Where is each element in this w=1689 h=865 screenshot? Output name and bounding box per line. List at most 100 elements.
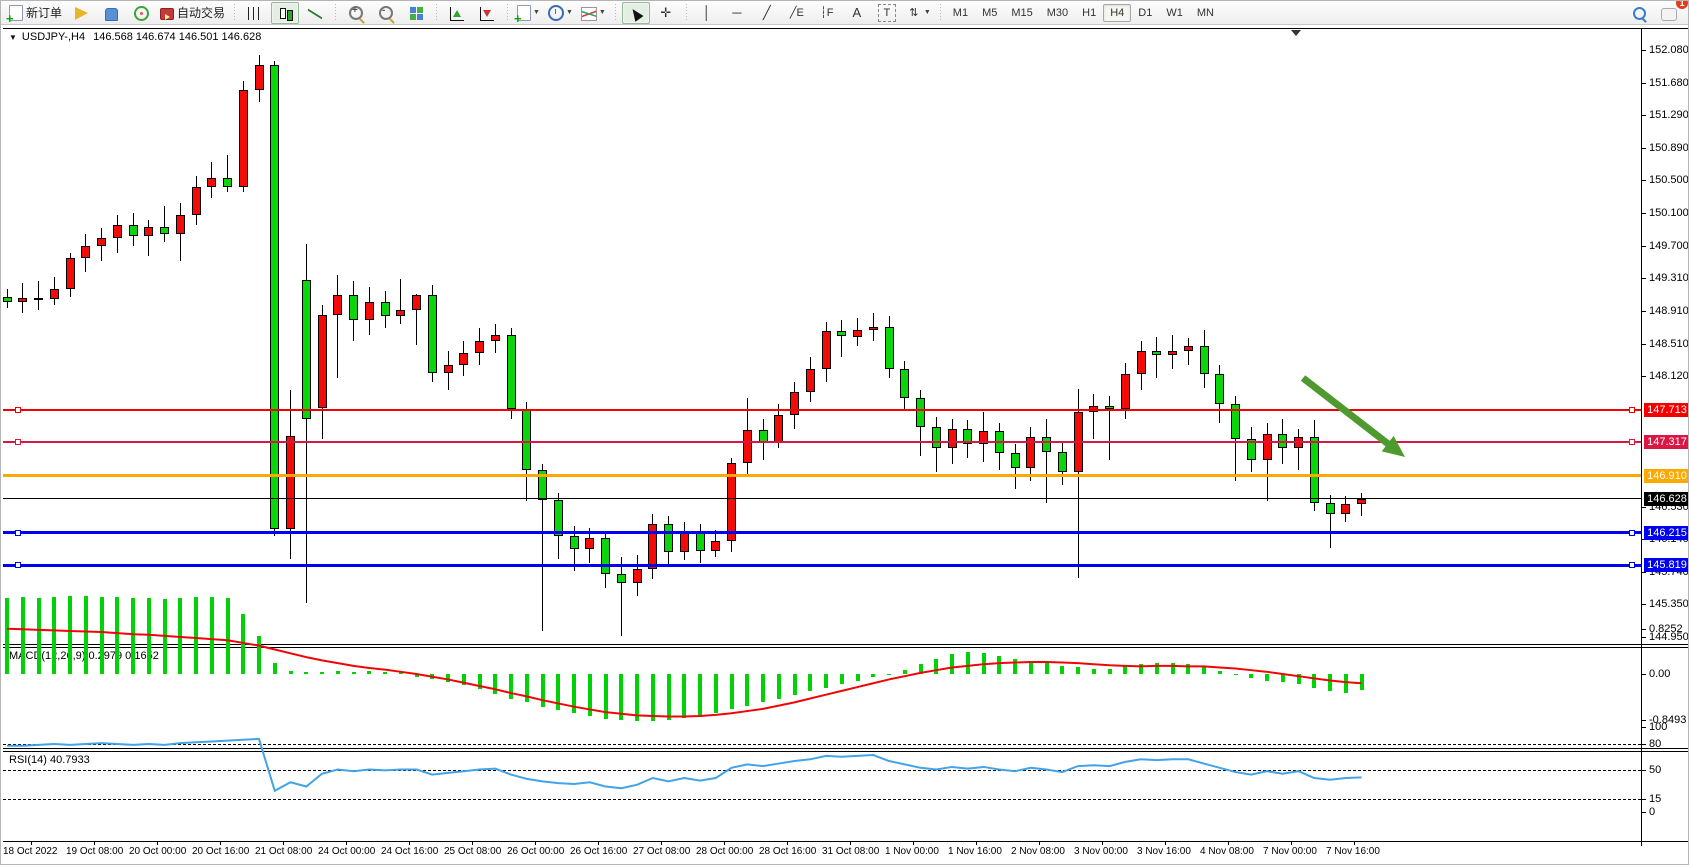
crosshair-button[interactable]: ✛ xyxy=(652,2,680,24)
candle[interactable] xyxy=(806,369,815,392)
candle[interactable] xyxy=(1152,351,1161,354)
chart-shift-marker[interactable] xyxy=(1291,30,1301,36)
timeframe-w1[interactable]: W1 xyxy=(1159,4,1190,22)
candle[interactable] xyxy=(333,295,342,315)
price-line[interactable] xyxy=(3,409,1641,411)
timeframe-h4[interactable]: H4 xyxy=(1103,4,1131,22)
line-handle[interactable] xyxy=(15,407,21,413)
candle[interactable] xyxy=(192,187,201,215)
candle[interactable] xyxy=(522,409,531,470)
candle[interactable] xyxy=(1263,434,1272,460)
candle[interactable] xyxy=(396,310,405,316)
candle[interactable] xyxy=(932,427,941,448)
line-handle[interactable] xyxy=(1629,562,1635,568)
candle[interactable] xyxy=(664,524,673,552)
candle[interactable] xyxy=(1011,453,1020,468)
price-line[interactable] xyxy=(3,531,1641,534)
candle[interactable] xyxy=(160,227,169,234)
timeframe-d1[interactable]: D1 xyxy=(1131,4,1159,22)
price-line[interactable] xyxy=(3,564,1641,567)
bar-chart-button[interactable] xyxy=(241,2,269,24)
candle[interactable] xyxy=(34,298,43,300)
candle[interactable] xyxy=(585,538,594,549)
candle[interactable] xyxy=(459,353,468,365)
candle[interactable] xyxy=(711,541,720,552)
candle[interactable] xyxy=(507,335,516,409)
candle[interactable] xyxy=(239,90,248,187)
line-handle[interactable] xyxy=(15,562,21,568)
candle[interactable] xyxy=(774,415,783,442)
candle[interactable] xyxy=(633,569,642,584)
candle[interactable] xyxy=(1357,499,1366,504)
candle[interactable] xyxy=(570,536,579,549)
price-line[interactable] xyxy=(3,474,1641,477)
candle[interactable] xyxy=(349,295,358,320)
candle[interactable] xyxy=(412,295,421,310)
candle[interactable] xyxy=(900,369,909,398)
candle[interactable] xyxy=(885,327,894,370)
price-line[interactable] xyxy=(3,441,1641,443)
candle[interactable] xyxy=(1200,346,1209,373)
candle[interactable] xyxy=(18,298,27,302)
candle[interactable] xyxy=(444,365,453,372)
candle[interactable] xyxy=(97,238,106,246)
candlestick-button[interactable] xyxy=(271,2,299,24)
fibonacci-button[interactable]: ┆F xyxy=(813,2,841,24)
candle[interactable] xyxy=(916,398,925,427)
trendline-button[interactable]: ╱ xyxy=(753,2,781,24)
symbol-dropdown-icon[interactable]: ▼ xyxy=(9,33,17,42)
line-handle[interactable] xyxy=(1629,407,1635,413)
timeframe-m1[interactable]: M1 xyxy=(946,4,975,22)
chart-shift-button[interactable] xyxy=(473,2,501,24)
timeframe-m15[interactable]: M15 xyxy=(1004,4,1039,22)
cursor-button[interactable] xyxy=(622,2,650,24)
candle[interactable] xyxy=(255,65,264,90)
candle[interactable] xyxy=(696,532,705,551)
candle[interactable] xyxy=(1215,374,1224,404)
candle[interactable] xyxy=(365,302,374,320)
candle[interactable] xyxy=(822,331,831,370)
candle[interactable] xyxy=(1341,504,1350,514)
candle[interactable] xyxy=(1137,351,1146,373)
candle[interactable] xyxy=(50,289,59,300)
candle[interactable] xyxy=(837,331,846,337)
timeframe-m30[interactable]: M30 xyxy=(1040,4,1075,22)
candle[interactable] xyxy=(680,532,689,552)
text-button[interactable]: A xyxy=(843,2,871,24)
candle[interactable] xyxy=(144,227,153,236)
search-button[interactable] xyxy=(1625,2,1653,24)
candle[interactable] xyxy=(207,178,216,186)
zoom-out-button[interactable]: - xyxy=(372,2,400,24)
tile-windows-button[interactable] xyxy=(402,2,430,24)
candle[interactable] xyxy=(66,258,75,288)
candle[interactable] xyxy=(759,430,768,442)
text-label-button[interactable]: T xyxy=(873,2,901,24)
new-chart-button[interactable]: ▼ xyxy=(514,2,543,24)
alerts-button[interactable] xyxy=(67,2,95,24)
candle[interactable] xyxy=(743,430,752,464)
candle[interactable] xyxy=(1184,346,1193,351)
candle[interactable] xyxy=(948,429,957,448)
timeframe-m5[interactable]: M5 xyxy=(975,4,1004,22)
new-order-button[interactable]: 新订单 xyxy=(6,2,65,24)
candle[interactable] xyxy=(475,341,484,353)
arrows-button[interactable]: ⇅▼ xyxy=(903,2,934,24)
profiles-button[interactable]: ▼ xyxy=(545,2,576,24)
candle[interactable] xyxy=(1121,374,1130,409)
hline-button[interactable]: ─ xyxy=(723,2,751,24)
candle[interactable] xyxy=(1058,452,1067,473)
candle[interactable] xyxy=(302,280,311,419)
candle[interactable] xyxy=(381,302,390,316)
signals-button[interactable] xyxy=(127,2,155,24)
candle[interactable] xyxy=(286,436,295,529)
line-chart-button[interactable] xyxy=(301,2,329,24)
timeframe-h1[interactable]: H1 xyxy=(1075,4,1103,22)
candle[interactable] xyxy=(318,315,327,408)
auto-arrange-button[interactable] xyxy=(443,2,471,24)
candle[interactable] xyxy=(869,327,878,330)
candle[interactable] xyxy=(176,215,185,234)
candle[interactable] xyxy=(113,225,122,237)
candle[interactable] xyxy=(3,297,12,302)
candle[interactable] xyxy=(853,330,862,337)
candle[interactable] xyxy=(617,574,626,584)
